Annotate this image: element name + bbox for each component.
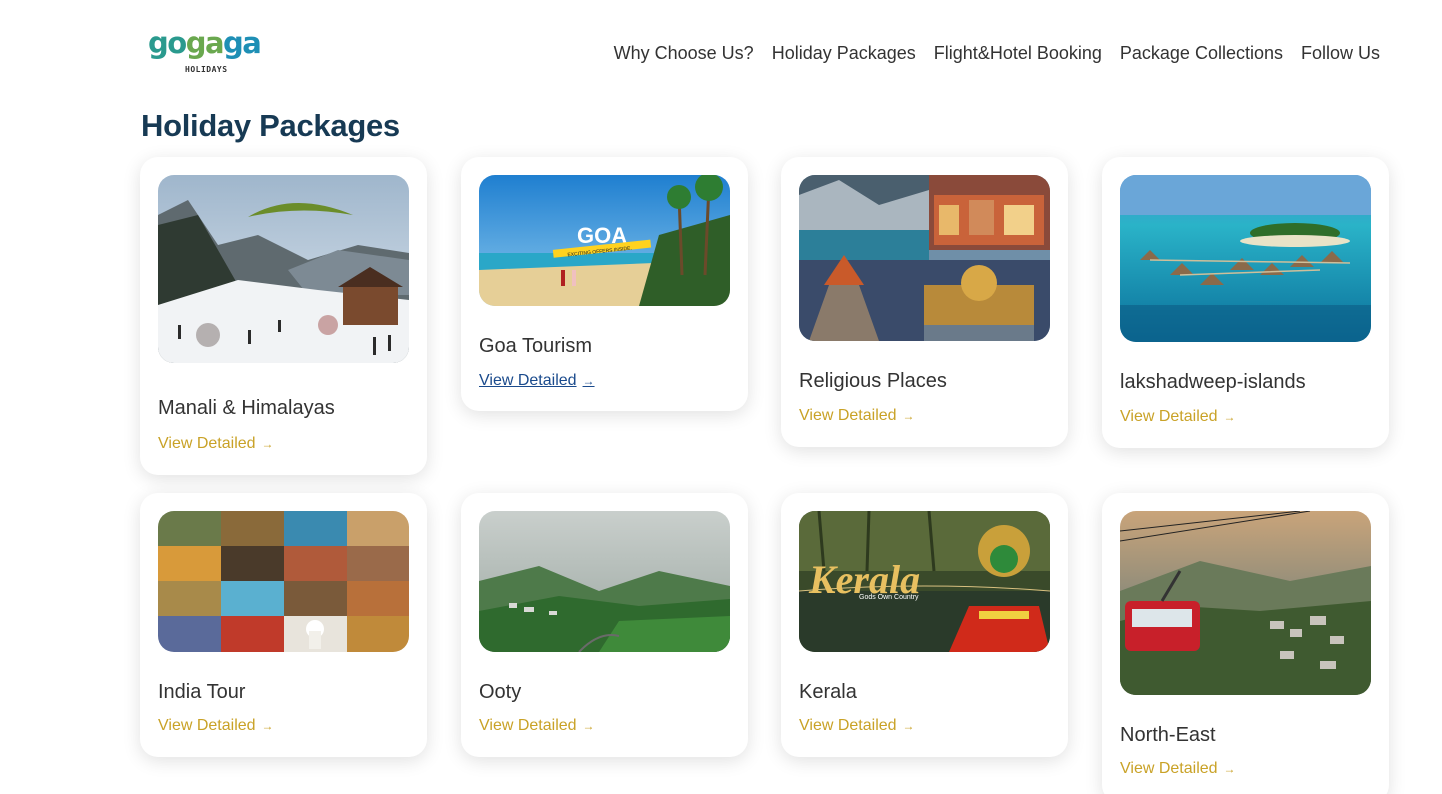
package-card-kerala[interactable]: Kerala Gods Own Country Kerala View Deta… [781, 493, 1068, 757]
view-detailed-link[interactable]: View Detailed → [1120, 760, 1236, 778]
package-title: Ooty [479, 681, 522, 703]
nav-flight-hotel-booking[interactable]: Flight&Hotel Booking [934, 40, 1102, 66]
arrow-right-icon: → [1223, 762, 1236, 776]
arrow-right-icon: → [902, 409, 915, 423]
package-card-manali[interactable]: Manali & Himalayas View Detailed → [140, 157, 427, 475]
logo-wordmark: gogaga [148, 26, 262, 60]
nav-package-collections[interactable]: Package Collections [1120, 40, 1283, 66]
arrow-right-icon: → [261, 719, 274, 733]
nav-follow-us[interactable]: Follow Us [1301, 40, 1380, 66]
package-title: lakshadweep-islands [1120, 371, 1306, 393]
view-detailed-link[interactable]: View Detailed → [479, 717, 595, 735]
page-title: Holiday Packages [141, 108, 400, 143]
package-image-india-tour [158, 511, 409, 652]
arrow-right-icon: → [582, 719, 595, 733]
kerala-image-subtext: Gods Own Country [859, 594, 919, 601]
package-image-lakshadweep [1120, 175, 1371, 342]
view-detailed-link[interactable]: View Detailed → [799, 717, 915, 735]
arrow-right-icon: → [261, 437, 274, 451]
package-title: Manali & Himalayas [158, 397, 335, 419]
view-detailed-link[interactable]: View Detailed → [158, 435, 274, 453]
view-detailed-link[interactable]: View Detailed → [1120, 408, 1236, 426]
package-image-manali [158, 175, 409, 363]
arrow-right-icon: → [582, 374, 595, 388]
view-detailed-link[interactable]: View Detailed → [158, 717, 274, 735]
package-card-religious-places[interactable]: Religious Places View Detailed → [781, 157, 1068, 447]
package-card-goa[interactable]: GOA EXCITING OFFERS INSIDE. Goa Tourism … [461, 157, 748, 411]
view-detailed-link[interactable]: View Detailed → [479, 372, 595, 390]
package-title: Religious Places [799, 370, 947, 392]
package-title: Goa Tourism [479, 335, 593, 357]
package-title: Kerala [799, 681, 857, 703]
package-card-lakshadweep[interactable]: lakshadweep-islands View Detailed → [1102, 157, 1389, 448]
arrow-right-icon: → [902, 719, 915, 733]
package-image-ooty [479, 511, 730, 652]
package-image-religious [799, 175, 1050, 341]
nav-holiday-packages[interactable]: Holiday Packages [772, 40, 916, 66]
package-image-north-east [1120, 511, 1371, 695]
logo-subtitle: HOLIDAYS [185, 65, 228, 74]
nav-why-choose-us[interactable]: Why Choose Us? [614, 40, 754, 66]
view-detailed-link[interactable]: View Detailed → [799, 407, 915, 425]
brand-logo[interactable]: gogaga HOLIDAYS [148, 26, 262, 77]
package-card-india-tour[interactable]: India Tour View Detailed → [140, 493, 427, 757]
package-image-goa: GOA EXCITING OFFERS INSIDE. [479, 175, 730, 306]
arrow-right-icon: → [1223, 410, 1236, 424]
package-title: North-East [1120, 724, 1216, 746]
package-image-kerala: Kerala Gods Own Country [799, 511, 1050, 652]
main-nav: Why Choose Us? Holiday Packages Flight&H… [614, 40, 1380, 66]
package-title: India Tour [158, 681, 246, 703]
package-card-ooty[interactable]: Ooty View Detailed → [461, 493, 748, 757]
package-card-north-east[interactable]: North-East View Detailed → [1102, 493, 1389, 794]
